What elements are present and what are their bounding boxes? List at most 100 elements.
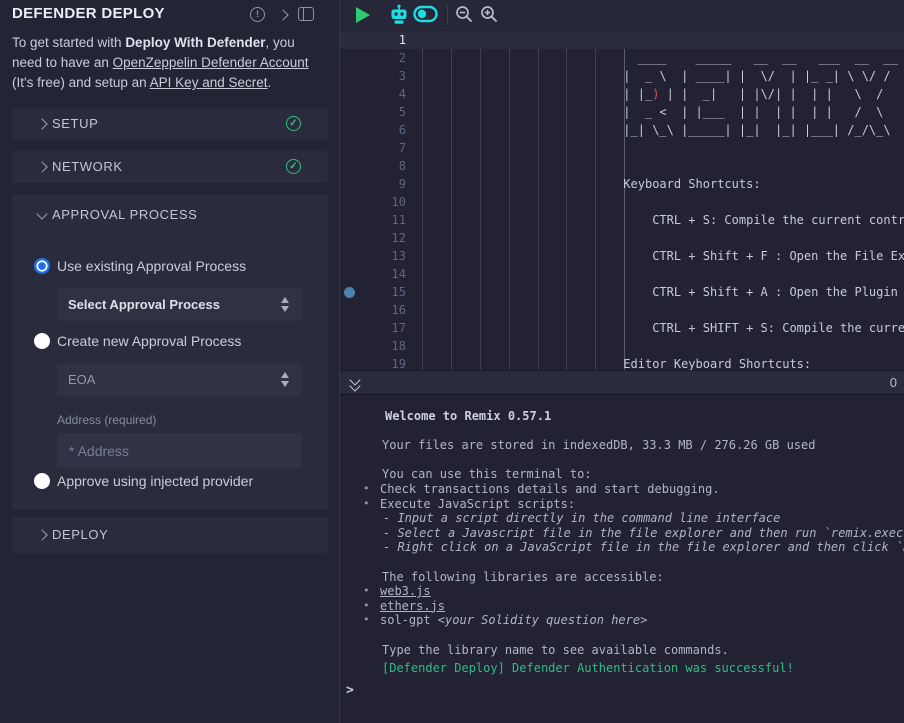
code-line bbox=[421, 193, 904, 211]
code-line: Keyboard Shortcuts: bbox=[421, 175, 904, 193]
line-number[interactable]: 5 bbox=[340, 103, 406, 121]
terminal-line: • Check transactions details and start de… bbox=[340, 482, 904, 497]
option-label: Use existing Approval Process bbox=[57, 258, 246, 274]
zoom-out-icon[interactable] bbox=[454, 4, 474, 24]
line-number[interactable]: 12 bbox=[340, 229, 406, 247]
api-key-link[interactable]: API Key and Secret bbox=[150, 75, 268, 90]
sort-arrows-icon bbox=[281, 297, 290, 312]
check-circle-icon: ✓ bbox=[286, 116, 301, 131]
panel-layout-icon[interactable] bbox=[298, 7, 314, 21]
address-input[interactable] bbox=[57, 433, 302, 468]
editor-code[interactable]: ____ _____ __ __ ___ __ __ | _ \ | ____|… bbox=[421, 31, 904, 370]
chevron-right-icon[interactable] bbox=[277, 9, 288, 20]
code-line: ____ _____ __ __ ___ __ __ bbox=[421, 49, 904, 67]
chevron-right-icon bbox=[36, 161, 47, 172]
bullet-marker: • bbox=[363, 482, 370, 497]
terminal-listen-count: 0 bbox=[890, 375, 897, 390]
option-label: Create new Approval Process bbox=[57, 333, 241, 349]
approval-type-select[interactable]: EOA bbox=[57, 363, 302, 396]
radio-use-existing-approval[interactable] bbox=[34, 258, 50, 274]
terminal-output: Welcome to Remix 0.57.1 Your files are st… bbox=[340, 396, 904, 676]
terminal-text: The following libraries are accessible: bbox=[382, 570, 664, 584]
line-number[interactable]: 1 bbox=[340, 31, 406, 49]
zoom-in-icon[interactable] bbox=[479, 4, 499, 24]
terminal-line: The following libraries are accessible: bbox=[340, 570, 904, 585]
terminal-header[interactable]: 0 bbox=[340, 370, 904, 395]
terminal-line: You can use this terminal to: bbox=[340, 467, 904, 482]
line-number[interactable]: 17 bbox=[340, 319, 406, 337]
line-number[interactable]: 18 bbox=[340, 337, 406, 355]
toggle-switch-icon[interactable] bbox=[413, 3, 438, 25]
section-deploy: DEPLOY bbox=[12, 517, 328, 553]
bullet-marker: • bbox=[363, 497, 370, 512]
editor-gutter[interactable]: 12345678910111213141516171819 bbox=[340, 31, 406, 370]
line-number[interactable]: 7 bbox=[340, 139, 406, 157]
line-number[interactable]: 3 bbox=[340, 67, 406, 85]
terminal-line: •web3.js bbox=[340, 584, 904, 599]
chevron-down-icon bbox=[36, 208, 47, 219]
terminal-text: - Input a script directly in the command… bbox=[383, 511, 780, 525]
chevron-right-icon bbox=[36, 118, 47, 129]
check-circle-icon: ✓ bbox=[286, 159, 301, 174]
terminal-line: • ethers.js bbox=[340, 599, 904, 614]
terminal-line: Your files are stored in indexedDB, 33.3… bbox=[340, 438, 904, 453]
panel-title: DEFENDER DEPLOY bbox=[12, 5, 165, 22]
breakpoint-dot[interactable] bbox=[344, 287, 355, 298]
terminal-prompt[interactable]: > bbox=[340, 683, 904, 698]
line-number[interactable]: 8 bbox=[340, 157, 406, 175]
remix-ai-robot-icon[interactable] bbox=[388, 4, 410, 26]
line-number[interactable]: 14 bbox=[340, 265, 406, 283]
terminal-line bbox=[340, 628, 904, 643]
line-number[interactable]: 4 bbox=[340, 85, 406, 103]
run-script-button[interactable] bbox=[356, 7, 370, 23]
code-line: CTRL + S: Compile the current contract bbox=[421, 211, 904, 229]
section-network-header[interactable]: NETWORK ✓ bbox=[12, 151, 328, 183]
line-number[interactable]: 11 bbox=[340, 211, 406, 229]
line-number[interactable]: 2 bbox=[340, 49, 406, 67]
terminal-line: - Right click on a JavaScript file in th… bbox=[340, 540, 904, 555]
terminal-line bbox=[340, 555, 904, 570]
section-approval-header[interactable]: APPROVAL PROCESS bbox=[12, 194, 328, 236]
terminal-text: Execute JavaScript scripts: bbox=[380, 497, 575, 511]
radio-injected-provider[interactable] bbox=[34, 473, 50, 489]
intro-text: To get started with Deploy With Defender… bbox=[12, 33, 327, 93]
line-number[interactable]: 6 bbox=[340, 121, 406, 139]
bullet-marker: • bbox=[363, 599, 370, 614]
terminal-text: Welcome to Remix 0.57.1 bbox=[385, 409, 551, 423]
terminal[interactable]: Welcome to Remix 0.57.1 Your files are st… bbox=[340, 396, 904, 723]
library-link[interactable]: web3.js bbox=[380, 584, 431, 598]
terminal-text: Check transactions details and start deb… bbox=[380, 482, 720, 496]
openzeppelin-account-link[interactable]: OpenZeppelin Defender Account bbox=[113, 55, 309, 70]
code-editor[interactable]: 12345678910111213141516171819 ____ _____… bbox=[340, 30, 904, 370]
line-number[interactable]: 9 bbox=[340, 175, 406, 193]
select-value: EOA bbox=[68, 372, 95, 387]
terminal-line bbox=[340, 424, 904, 439]
select-value: Select Approval Process bbox=[68, 297, 220, 312]
code-line: | _ \ | ____| | \/ | |_ _| \ \/ / bbox=[421, 67, 904, 85]
library-link[interactable]: ethers.js bbox=[380, 599, 445, 613]
line-number[interactable]: 13 bbox=[340, 247, 406, 265]
code-line: | |_) | | _| | |\/| | | | \ / bbox=[421, 85, 904, 103]
approval-process-select[interactable]: Select Approval Process bbox=[57, 288, 302, 321]
radio-create-new-approval[interactable] bbox=[34, 333, 50, 349]
address-label: Address (required) bbox=[57, 413, 156, 427]
code-line bbox=[421, 157, 904, 175]
terminal-line: • Execute JavaScript scripts: bbox=[340, 497, 904, 512]
section-setup-header[interactable]: SETUP ✓ bbox=[12, 108, 328, 140]
line-number[interactable]: 16 bbox=[340, 301, 406, 319]
line-number[interactable]: 19 bbox=[340, 355, 406, 370]
terminal-text: sol-gpt bbox=[380, 613, 438, 627]
section-network: NETWORK ✓ bbox=[12, 151, 328, 183]
collapse-terminal-icon[interactable] bbox=[348, 375, 362, 391]
terminal-text: <your Solidity question here> bbox=[438, 613, 648, 627]
section-deploy-header[interactable]: DEPLOY bbox=[12, 517, 328, 553]
remix-ide-window: DEFENDER DEPLOY ! To get started with De… bbox=[0, 0, 904, 723]
highlighted-paren: ) bbox=[652, 87, 659, 101]
section-approval-process: APPROVAL PROCESS Use existing Approval P… bbox=[12, 194, 328, 510]
line-number[interactable]: 10 bbox=[340, 193, 406, 211]
terminal-text: Your files are stored in indexedDB, 33.3… bbox=[382, 438, 815, 452]
terminal-line: - Input a script directly in the command… bbox=[340, 511, 904, 526]
option-label: Approve using injected provider bbox=[57, 473, 253, 489]
info-circle-icon[interactable]: ! bbox=[250, 7, 265, 22]
code-line: |_| \_\ |_____| |_| |_| |___| /_/\_\ bbox=[421, 121, 904, 139]
